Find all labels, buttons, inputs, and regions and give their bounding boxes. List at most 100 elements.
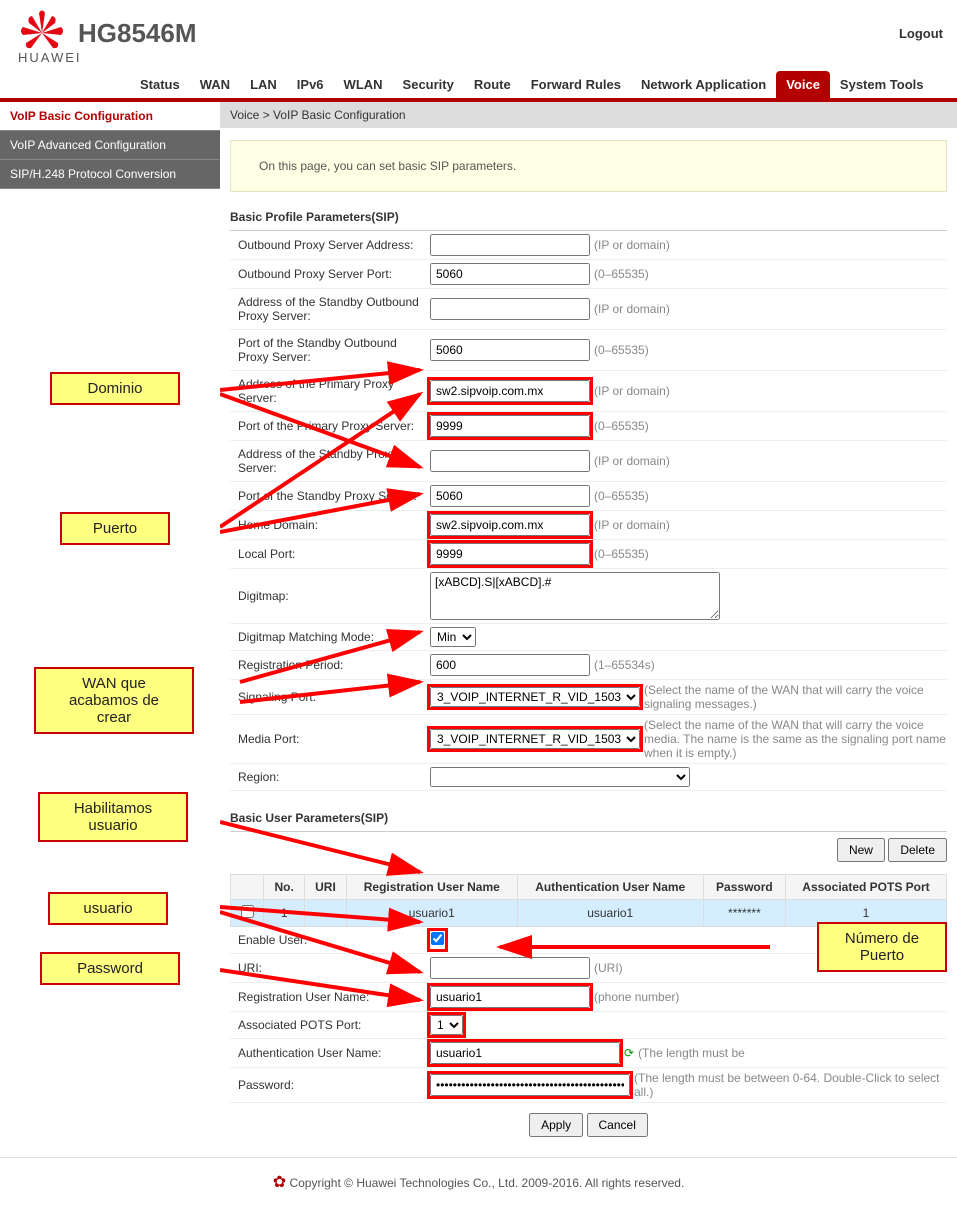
- hint: (URI): [594, 961, 623, 975]
- standby-proxy-addr-input[interactable]: [430, 450, 590, 472]
- hint: (IP or domain): [594, 454, 670, 468]
- hint: (phone number): [594, 990, 679, 1004]
- hint: (Select the name of the WAN that will ca…: [644, 718, 947, 760]
- reg-period-input[interactable]: [430, 654, 590, 676]
- region-label: Region:: [230, 767, 430, 787]
- huawei-petal-icon: ✿: [273, 1174, 286, 1191]
- outbound-port-input[interactable]: [430, 263, 590, 285]
- standby-outbound-addr-label: Address of the Standby Outbound Proxy Se…: [230, 292, 430, 326]
- pots-port-label: Associated POTS Port:: [230, 1015, 430, 1035]
- tab-ipv6[interactable]: IPv6: [287, 71, 334, 98]
- uri-input[interactable]: [430, 957, 590, 979]
- hint: (IP or domain): [594, 302, 670, 316]
- primary-port-label: Port of the Primary Proxy Server:: [230, 416, 430, 436]
- hint: (0–65535): [594, 489, 649, 503]
- digitmap-mode-label: Digitmap Matching Mode:: [230, 627, 430, 647]
- callout-habilitamos: Habilitamos usuario: [38, 792, 188, 842]
- top-tabs: StatusWANLANIPv6WLANSecurityRouteForward…: [0, 65, 957, 98]
- row-checkbox[interactable]: [241, 905, 254, 918]
- tab-status[interactable]: Status: [130, 71, 190, 98]
- region-select[interactable]: [430, 767, 690, 787]
- new-button[interactable]: New: [837, 838, 885, 862]
- col-header: URI: [304, 875, 346, 900]
- sidebar-item-2[interactable]: SIP/H.248 Protocol Conversion: [0, 160, 220, 189]
- delete-button[interactable]: Delete: [888, 838, 947, 862]
- callout-password: Password: [40, 952, 180, 985]
- hint: (0–65535): [594, 419, 649, 433]
- tab-forward-rules[interactable]: Forward Rules: [521, 71, 631, 98]
- users-table: No.URIRegistration User NameAuthenticati…: [230, 874, 947, 927]
- reg-username-label: Registration User Name:: [230, 987, 430, 1007]
- pots-port-select[interactable]: 1: [430, 1015, 463, 1035]
- hint: (IP or domain): [594, 518, 670, 532]
- tab-lan[interactable]: LAN: [240, 71, 287, 98]
- tab-network-application[interactable]: Network Application: [631, 71, 776, 98]
- home-domain-input[interactable]: [430, 514, 590, 536]
- hint: (The length must be: [638, 1046, 745, 1060]
- footer-text: Copyright © Huawei Technologies Co., Ltd…: [289, 1176, 684, 1190]
- standby-proxy-addr-label: Address of the Standby Proxy Server:: [230, 444, 430, 478]
- footer: ✿ Copyright © Huawei Technologies Co., L…: [0, 1157, 957, 1206]
- tab-voice[interactable]: Voice: [776, 71, 830, 98]
- tab-wan[interactable]: WAN: [190, 71, 240, 98]
- apply-button[interactable]: Apply: [529, 1113, 583, 1137]
- outbound-port-label: Outbound Proxy Server Port:: [230, 264, 430, 284]
- primary-port-input[interactable]: [430, 415, 590, 437]
- auth-username-label: Authentication User Name:: [230, 1043, 430, 1063]
- hint: (IP or domain): [594, 238, 670, 252]
- enable-user-label: Enable User:: [230, 930, 430, 950]
- media-port-label: Media Port:: [230, 729, 430, 749]
- tab-system-tools[interactable]: System Tools: [830, 71, 934, 98]
- breadcrumb: Voice > VoIP Basic Configuration: [220, 102, 957, 128]
- profile-section-title: Basic Profile Parameters(SIP): [230, 204, 947, 231]
- col-header: Authentication User Name: [517, 875, 703, 900]
- tab-wlan[interactable]: WLAN: [334, 71, 393, 98]
- col-header: [231, 875, 264, 900]
- sidebar-item-0[interactable]: VoIP Basic Configuration: [0, 102, 220, 131]
- standby-proxy-port-input[interactable]: [430, 485, 590, 507]
- outbound-addr-input[interactable]: [430, 234, 590, 256]
- standby-outbound-port-input[interactable]: [430, 339, 590, 361]
- hint: (0–65535): [594, 547, 649, 561]
- page-notice: On this page, you can set basic SIP para…: [230, 140, 947, 192]
- model-title: HG8546M: [78, 18, 899, 49]
- primary-addr-input[interactable]: [430, 380, 590, 402]
- primary-addr-label: Address of the Primary Proxy Server:: [230, 374, 430, 408]
- table-row[interactable]: 1 -- usuario1 usuario1 ******* 1: [231, 900, 947, 927]
- hint: (The length must be between 0-64. Double…: [634, 1071, 947, 1099]
- reg-period-label: Registration Period:: [230, 655, 430, 675]
- auth-username-input[interactable]: [430, 1042, 620, 1064]
- tab-security[interactable]: Security: [393, 71, 464, 98]
- tab-route[interactable]: Route: [464, 71, 521, 98]
- logout-link[interactable]: Logout: [899, 26, 943, 41]
- local-port-label: Local Port:: [230, 544, 430, 564]
- hint: (IP or domain): [594, 384, 670, 398]
- media-port-select[interactable]: 3_VOIP_INTERNET_R_VID_1503: [430, 729, 640, 749]
- col-header: Associated POTS Port: [785, 875, 946, 900]
- hint: (Select the name of the WAN that will ca…: [644, 683, 947, 711]
- reg-username-input[interactable]: [430, 986, 590, 1008]
- cancel-button[interactable]: Cancel: [587, 1113, 648, 1137]
- digitmap-label: Digitmap:: [230, 586, 430, 606]
- local-port-input[interactable]: [430, 543, 590, 565]
- refresh-icon[interactable]: ⟳: [624, 1046, 634, 1060]
- signaling-port-label: Signaling Port:: [230, 687, 430, 707]
- standby-outbound-addr-input[interactable]: [430, 298, 590, 320]
- callout-wan: WAN que acabamos de crear: [34, 667, 194, 734]
- password-label: Password:: [230, 1075, 430, 1095]
- sidebar-item-1[interactable]: VoIP Advanced Configuration: [0, 131, 220, 160]
- enable-user-checkbox[interactable]: [431, 932, 444, 945]
- home-domain-label: Home Domain:: [230, 515, 430, 535]
- hint: (0–65535): [594, 343, 649, 357]
- signaling-port-select[interactable]: 3_VOIP_INTERNET_R_VID_1503: [430, 687, 640, 707]
- digitmap-textarea[interactable]: [430, 572, 720, 620]
- outbound-addr-label: Outbound Proxy Server Address:: [230, 235, 430, 255]
- hint: (0–65535): [594, 267, 649, 281]
- col-header: Password: [703, 875, 785, 900]
- standby-proxy-port-label: Port of the Standby Proxy Server:: [230, 486, 430, 506]
- brand-label: HUAWEI: [0, 50, 957, 65]
- password-input[interactable]: [430, 1074, 630, 1096]
- digitmap-mode-select[interactable]: Min: [430, 627, 476, 647]
- hint: (1–65534s): [594, 658, 655, 672]
- user-section-title: Basic User Parameters(SIP): [230, 805, 947, 832]
